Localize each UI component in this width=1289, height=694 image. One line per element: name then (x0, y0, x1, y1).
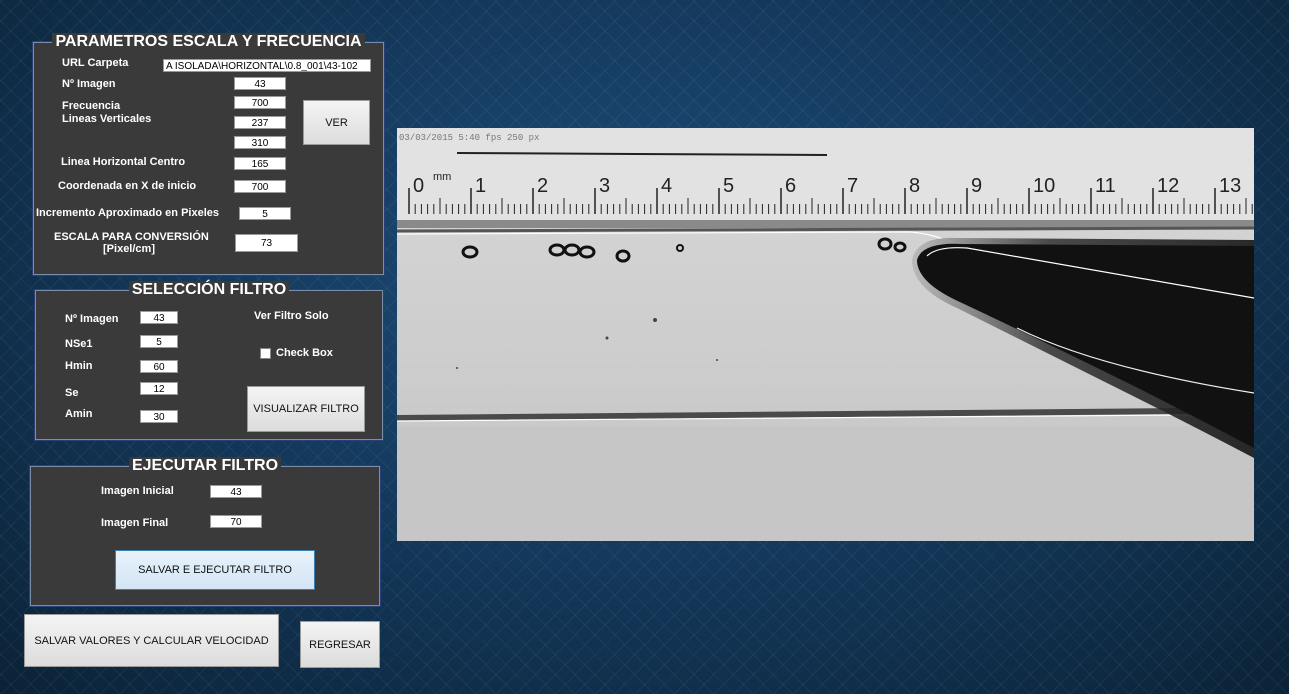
ruler-unit: mm (433, 171, 451, 183)
incremento-label: Incremento Aproximado en Pixeles (36, 207, 219, 219)
ruler-number: 0 (413, 175, 424, 197)
ejecutar-title: EJECUTAR FILTRO (128, 457, 282, 474)
filtro-panel: SELECCIÓN FILTRO Nº Imagen 43 NSe1 5 Hmi… (35, 281, 383, 440)
amin-label: Amin (65, 408, 93, 420)
imagen-inicial-label: Imagen Inicial (101, 485, 174, 497)
escala-label-line2: [Pixel/cm] (103, 243, 155, 255)
imagen-final-field[interactable]: 70 (210, 515, 262, 528)
check-box[interactable] (260, 348, 271, 359)
imagen-inicial-field[interactable]: 43 (210, 485, 262, 498)
nse1-label: NSe1 (65, 338, 93, 350)
ruler-number: 11 (1095, 175, 1116, 197)
se-field[interactable]: 12 (140, 382, 178, 395)
salvar-ejecutar-filtro-button[interactable]: SALVAR E EJECUTAR FILTRO (115, 550, 315, 590)
ruler-number: 10 (1033, 175, 1055, 197)
ruler-number: 13 (1219, 175, 1241, 197)
imagen-final-label: Imagen Final (101, 517, 169, 529)
incremento-field[interactable]: 5 (239, 207, 291, 220)
frecuencia-field[interactable]: 700 (234, 96, 286, 109)
amin-field[interactable]: 30 (140, 410, 178, 423)
ruler-number: 12 (1157, 175, 1179, 197)
ruler-number: 6 (785, 175, 796, 197)
ver-filtro-solo-label: Ver Filtro Solo (254, 310, 329, 322)
escala-label-line1: ESCALA PARA CONVERSIÓN (54, 231, 209, 243)
linea-horizontal-field[interactable]: 165 (234, 157, 286, 170)
image-viewer[interactable]: 03/03/2015 5:40 fps 250 px 0 1 2 3 4 5 6 7 8 9 10 1… (397, 128, 1254, 541)
ruler-number: 8 (909, 175, 920, 197)
frecuencia-label: Frecuencia (62, 100, 121, 112)
lineas-field-1[interactable]: 237 (234, 116, 286, 129)
image-header-text: 03/03/2015 5:40 fps 250 px (399, 133, 539, 143)
ruler-number: 7 (847, 175, 858, 197)
ruler-number: 2 (537, 175, 548, 197)
check-box-label[interactable]: Check Box (276, 347, 333, 359)
salvar-calcular-velocidad-button[interactable]: SALVAR VALORES Y CALCULAR VELOCIDAD (24, 614, 279, 667)
filter-image: 03/03/2015 5:40 fps 250 px 0 1 2 3 4 5 6 7 8 9 10 1… (397, 128, 1254, 541)
ruler-number: 9 (971, 175, 982, 197)
ver-button[interactable]: VER (303, 100, 370, 145)
url-label: URL Carpeta (62, 57, 129, 69)
hmin-label: Hmin (65, 360, 93, 372)
ejecutar-panel: EJECUTAR FILTRO Imagen Inicial 43 Imagen… (30, 457, 380, 606)
se-label: Se (65, 387, 79, 399)
url-field[interactable]: A ISOLADA\HORIZONTAL\0.8_001\43-102 (163, 59, 371, 72)
hmin-field[interactable]: 60 (140, 360, 178, 373)
escala-label: ESCALA PARA CONVERSIÓN [Pixel/cm] (54, 231, 209, 255)
nimagen-field[interactable]: 43 (234, 77, 286, 90)
visualizar-filtro-button[interactable]: VISUALIZAR FILTRO (247, 386, 365, 432)
regresar-button[interactable]: REGRESAR (300, 621, 380, 668)
ruler-number: 4 (661, 175, 672, 197)
filtro-nimagen-field[interactable]: 43 (140, 311, 178, 324)
ruler-number: 3 (599, 175, 610, 197)
params-panel: PARAMETROS ESCALA Y FRECUENCIA URL Carpe… (33, 33, 384, 275)
nse1-field[interactable]: 5 (140, 335, 178, 348)
nimagen-label: Nº Imagen (62, 78, 116, 90)
filtro-title: SELECCIÓN FILTRO (128, 281, 290, 298)
escala-field[interactable]: 73 (235, 234, 298, 252)
lineas-label: Lineas Verticales (62, 113, 152, 125)
params-title: PARAMETROS ESCALA Y FRECUENCIA (52, 33, 365, 50)
coordenada-x-field[interactable]: 700 (234, 180, 286, 193)
ruler-number: 5 (723, 175, 734, 197)
linea-horizontal-label: Linea Horizontal Centro (61, 156, 186, 168)
filtro-nimagen-label: Nº Imagen (65, 313, 119, 325)
coordenada-x-label: Coordenada en X de inicio (58, 180, 197, 192)
ruler-number: 1 (475, 175, 486, 197)
lineas-field-2[interactable]: 310 (234, 136, 286, 149)
